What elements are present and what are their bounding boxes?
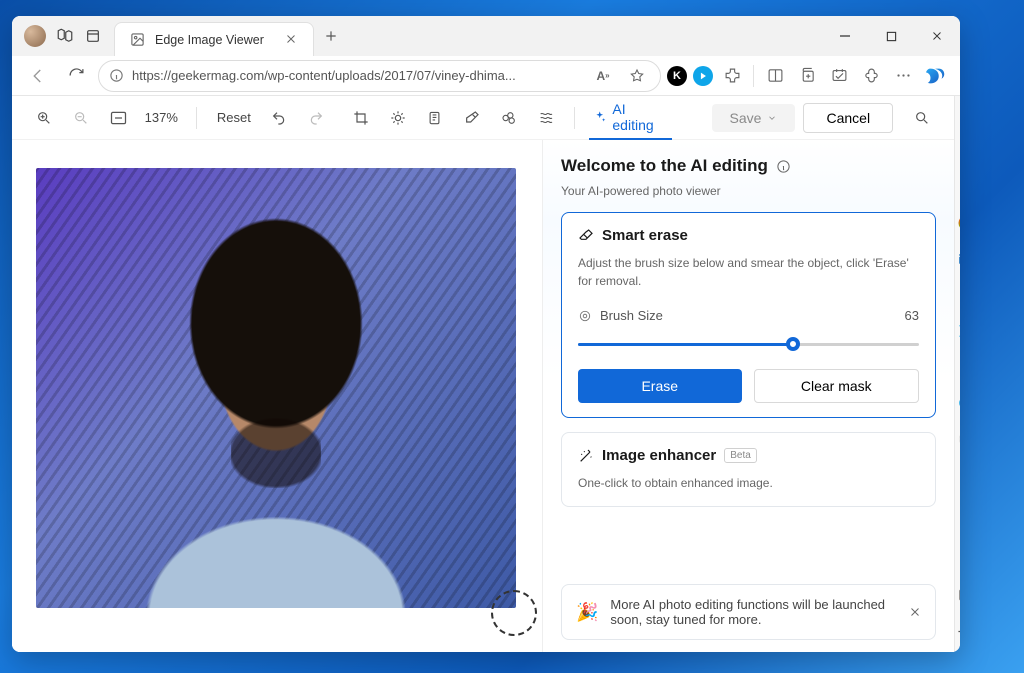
window-maximize[interactable] <box>868 16 914 56</box>
target-icon <box>578 309 592 323</box>
zoom-in-icon[interactable] <box>30 103 59 133</box>
info-toast: 🎉 More AI photo editing functions will b… <box>561 584 936 640</box>
sidebar-toggle-icon[interactable] <box>955 584 960 606</box>
smart-erase-card: Smart erase Adjust the brush size below … <box>561 212 936 418</box>
collections-icon[interactable] <box>794 63 820 89</box>
edited-photo <box>36 168 516 608</box>
brush-size-slider[interactable] <box>578 337 919 351</box>
image-enhancer-card[interactable]: Image enhancer Beta One-click to obtain … <box>561 432 936 507</box>
image-viewer: 137% Reset <box>12 96 954 652</box>
redo-icon[interactable] <box>302 103 331 133</box>
save-button[interactable]: Save <box>712 104 796 132</box>
erase-button[interactable]: Erase <box>578 369 742 403</box>
divider <box>574 107 575 129</box>
sidebar-onenote-icon[interactable]: N <box>955 356 960 378</box>
sidebar-settings-icon[interactable] <box>955 620 960 642</box>
site-info-icon[interactable] <box>109 68 124 83</box>
image-icon <box>129 32 145 48</box>
close-tab-icon[interactable] <box>285 33 299 47</box>
sidebar-designer-icon[interactable] <box>955 284 960 306</box>
cancel-button[interactable]: Cancel <box>803 103 893 133</box>
workspaces-icon[interactable] <box>56 27 74 45</box>
favorite-icon[interactable] <box>624 63 650 89</box>
fit-icon[interactable] <box>104 103 133 133</box>
edge-sidebar: N S G <box>954 96 960 652</box>
page: 137% Reset <box>12 96 954 652</box>
new-tab-button[interactable] <box>314 16 348 56</box>
brush-size-label: Brush Size <box>600 308 663 323</box>
more-menu-icon[interactable] <box>890 63 916 89</box>
window-close[interactable] <box>914 16 960 56</box>
magic-wand-icon <box>578 448 594 464</box>
sidebar-outlook-icon[interactable] <box>955 248 960 270</box>
divider <box>753 65 754 87</box>
adjust-icon[interactable] <box>384 103 413 133</box>
read-aloud-icon[interactable]: A» <box>590 63 616 89</box>
close-toast-icon[interactable] <box>909 606 921 618</box>
filters-icon[interactable] <box>531 103 560 133</box>
extensions-icon[interactable] <box>719 63 745 89</box>
back-button[interactable] <box>22 60 54 92</box>
party-icon: 🎉 <box>576 602 598 623</box>
screenshot-icon[interactable] <box>826 63 852 89</box>
tab-title: Edge Image Viewer <box>155 33 264 47</box>
ai-editing-label: AI editing <box>612 101 668 133</box>
tab-actions-icon[interactable] <box>84 27 102 45</box>
window-minimize[interactable] <box>822 16 868 56</box>
zoom-out-icon[interactable] <box>67 103 96 133</box>
markup-icon[interactable] <box>420 103 449 133</box>
brush-size-value: 63 <box>905 308 919 323</box>
url-box[interactable]: https://geekermag.com/wp-content/uploads… <box>98 60 661 92</box>
viewer-body: Welcome to the AI editing Your AI-powere… <box>12 140 954 652</box>
eraser-icon <box>578 228 594 244</box>
content-area: 137% Reset <box>12 96 960 652</box>
zoom-value: 137% <box>141 110 182 125</box>
sidebar-tools-icon[interactable] <box>955 140 960 162</box>
refresh-button[interactable] <box>60 60 92 92</box>
sidebar-m365-icon[interactable] <box>955 212 960 234</box>
undo-icon[interactable] <box>265 103 294 133</box>
copilot-icon[interactable] <box>922 63 950 89</box>
sidebar-google-icon[interactable]: G <box>955 428 960 450</box>
erase-tool-icon[interactable] <box>457 103 486 133</box>
ai-editing-tab[interactable]: AI editing <box>589 96 672 140</box>
ai-panel: Welcome to the AI editing Your AI-powere… <box>542 140 954 652</box>
person-subject <box>96 203 456 608</box>
brush-cursor-icon <box>491 590 537 636</box>
blur-bg-icon[interactable] <box>494 103 523 133</box>
panel-heading: Welcome to the AI editing <box>561 156 936 176</box>
panel-subheading: Your AI-powered photo viewer <box>561 184 936 198</box>
smart-erase-title: Smart erase <box>602 227 688 244</box>
url-text: https://geekermag.com/wp-content/uploads… <box>132 68 582 83</box>
viewer-toolbar: 137% Reset <box>12 96 954 140</box>
title-bar: Edge Image Viewer <box>12 16 960 56</box>
clear-mask-button[interactable]: Clear mask <box>754 369 920 403</box>
divider <box>196 107 197 129</box>
enhancer-title: Image enhancer <box>602 447 716 464</box>
extension-play-icon[interactable] <box>693 66 713 86</box>
toast-text: More AI photo editing functions will be … <box>610 597 897 627</box>
crop-icon[interactable] <box>347 103 376 133</box>
browser-tab[interactable]: Edge Image Viewer <box>114 22 314 56</box>
address-bar: https://geekermag.com/wp-content/uploads… <box>12 56 960 96</box>
info-icon[interactable] <box>776 159 791 174</box>
enhancer-desc: One-click to obtain enhanced image. <box>578 474 919 492</box>
profile-avatar[interactable] <box>24 25 46 47</box>
image-canvas[interactable] <box>12 140 542 652</box>
smart-erase-desc: Adjust the brush size below and smear th… <box>578 254 919 290</box>
beta-badge: Beta <box>724 448 757 463</box>
sidebar-skype-icon[interactable]: S <box>955 392 960 414</box>
search-icon[interactable] <box>907 103 936 133</box>
sidebar-shopping-icon[interactable] <box>955 104 960 126</box>
extension-k-icon[interactable]: K <box>667 66 687 86</box>
reset-button[interactable]: Reset <box>211 110 257 125</box>
sidebar-add-icon[interactable] <box>955 464 960 486</box>
browser-essentials-icon[interactable] <box>858 63 884 89</box>
sidebar-games-icon[interactable] <box>955 176 960 198</box>
split-screen-icon[interactable] <box>762 63 788 89</box>
browser-window: Edge Image Viewer https://geekermag.com/… <box>12 16 960 652</box>
sidebar-send-icon[interactable] <box>955 320 960 342</box>
